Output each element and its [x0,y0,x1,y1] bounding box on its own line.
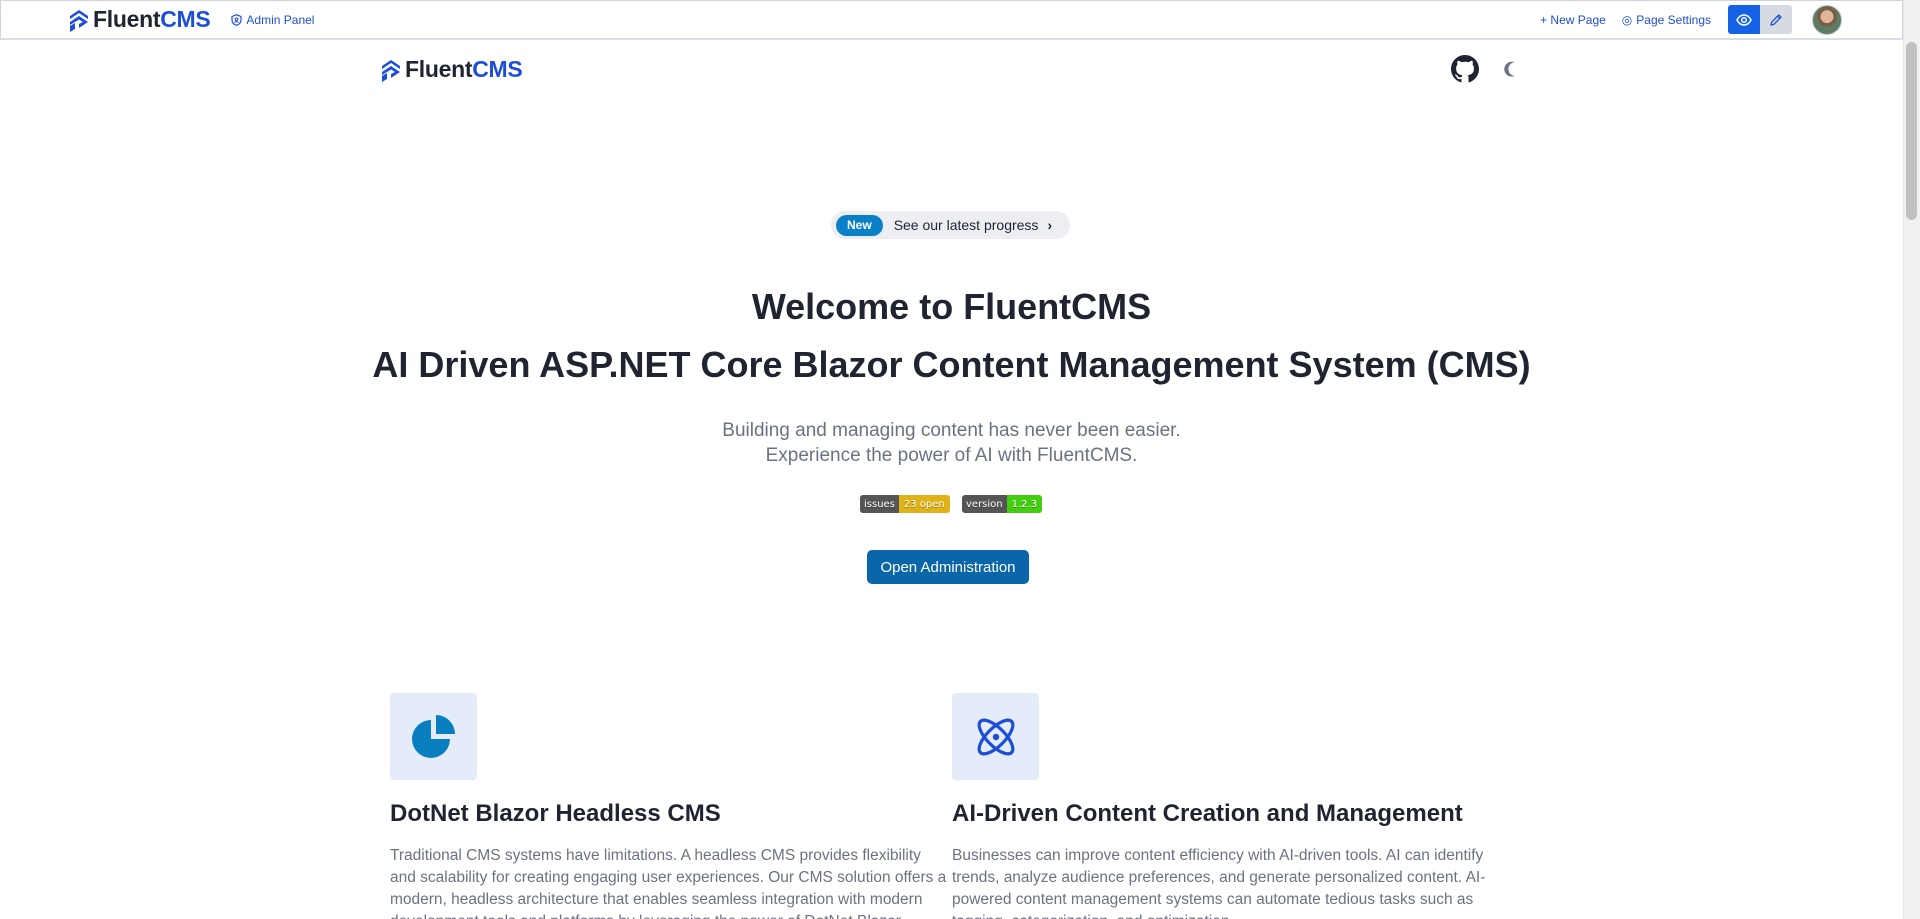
open-administration-button[interactable]: Open Administration [867,550,1029,584]
fluentcms-logo-icon [70,9,88,32]
version-badge[interactable]: version 1.2.3 [962,495,1043,513]
eye-icon [1736,13,1752,26]
feature-body-headless: Traditional CMS systems have limitations… [390,847,947,919]
issues-badge-key: issues [860,495,899,513]
admin-toolbar: Fluent CMS Admin Panel + New Page ◎ Page … [0,0,1903,40]
site-brand-fluent-text: Fluent [405,56,473,82]
page-settings-label: Page Settings [1636,12,1711,27]
view-edit-toggle [1728,5,1792,34]
new-page-label: + New Page [1540,12,1606,27]
issues-badge-value: 23 open [898,495,950,513]
hero-description-line2: Experience the power of AI with FluentCM… [765,445,1138,466]
feature-title-headless: DotNet Blazor Headless CMS [390,800,721,827]
brand-cms-text: CMS [160,6,211,32]
announcement-pill[interactable]: New See our latest progress › [831,211,1070,239]
shield-icon [231,13,243,26]
new-page-link[interactable]: + New Page [1540,13,1606,27]
feature-body-ai: Businesses can improve content efficienc… [952,847,1486,919]
hero-subtitle-heading: AI Driven ASP.NET Core Blazor Content Ma… [372,344,1531,385]
site-logo[interactable]: Fluent CMS [380,56,523,83]
pencil-icon [1770,13,1782,26]
issues-badge[interactable]: issues 23 open [860,495,950,513]
github-icon[interactable] [1451,55,1479,83]
settings-circle-icon: ◎ [1621,12,1633,27]
moon-icon[interactable] [1501,60,1519,78]
hero-description: Building and managing content has never … [0,418,1903,468]
brand-fluent-text: Fluent [93,6,161,32]
version-badge-key: version [962,495,1007,513]
user-avatar[interactable] [1812,4,1842,35]
version-badge-value: 1.2.3 [1006,495,1043,513]
pie-chart-icon [411,714,455,758]
page-scrollbar[interactable] [1903,0,1920,919]
view-mode-button[interactable] [1728,5,1760,34]
fluentcms-logo-icon [382,59,400,82]
hero-title: Welcome to FluentCMS [751,286,1152,327]
atom-icon [977,718,1014,755]
page-settings-link[interactable]: ◎ Page Settings [1622,13,1711,27]
scrollbar-thumb[interactable] [1906,42,1917,220]
admin-brand-logo[interactable]: Fluent CMS [68,6,211,33]
edit-mode-button[interactable] [1760,5,1792,34]
hero-description-line1: Building and managing content has never … [722,420,1181,441]
feature-icon-box-headless [390,693,477,780]
admin-panel-label: Admin Panel [246,12,315,27]
new-badge: New [836,214,883,236]
site-brand-cms-text: CMS [472,56,523,82]
admin-panel-link[interactable]: Admin Panel [231,13,314,27]
chevron-right-icon: › [1047,217,1053,233]
announcement-text: See our latest progress [893,217,1039,233]
feature-icon-box-ai [952,693,1039,780]
feature-title-ai: AI-Driven Content Creation and Managemen… [952,800,1463,827]
